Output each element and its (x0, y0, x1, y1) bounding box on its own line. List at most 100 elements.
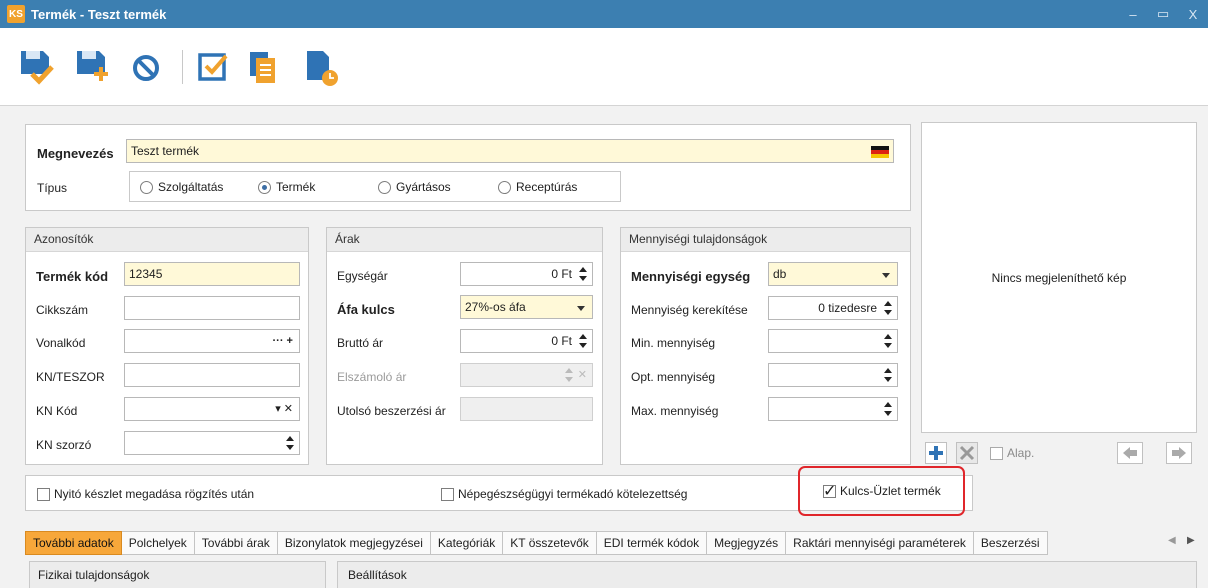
tabs-scroll-right-icon[interactable]: ▶ (1187, 535, 1195, 546)
settings-group: Beállítások (337, 561, 1197, 588)
kn-code-label: KN Kód (36, 404, 78, 418)
product-code-label: Termék kód (36, 269, 109, 284)
app-logo: KS (7, 5, 25, 23)
toolbar-separator (182, 50, 183, 84)
maximize-button[interactable]: ▭ (1148, 6, 1178, 22)
kn-teszor-field[interactable] (124, 363, 300, 387)
tab-shelf-locations[interactable]: Polchelyek (121, 531, 195, 555)
name-field[interactable]: Teszt termék (126, 139, 894, 163)
item-number-field[interactable] (124, 296, 300, 320)
image-add-button[interactable] (925, 442, 947, 464)
health-tax-checkbox[interactable]: Népegészségügyi termékadó kötelezettség (441, 487, 687, 501)
unit-select[interactable]: db (768, 262, 898, 286)
radio-circle (140, 180, 153, 194)
tab-additional-data[interactable]: További adatok (25, 531, 122, 555)
image-next-button[interactable] (1166, 442, 1192, 464)
copy-button[interactable] (245, 48, 281, 86)
kn-code-field[interactable]: ▾ ✕ (124, 397, 300, 421)
opt-quantity-label: Opt. mennyiség (631, 370, 716, 384)
barcode-add-icon[interactable]: ··· + (273, 330, 293, 352)
last-purchase-price-field (460, 397, 593, 421)
spin-icon[interactable] (578, 333, 588, 349)
window-title: Termék - Teszt termék (31, 6, 167, 22)
item-number-label: Cikkszám (36, 303, 89, 317)
copy-document-icon (250, 52, 275, 83)
unit-price-field[interactable]: 0 Ft (460, 262, 593, 286)
spin-icon[interactable] (883, 300, 893, 316)
cancel-button[interactable] (130, 48, 166, 86)
settlement-price-field: ✕ (460, 363, 593, 387)
minimize-button[interactable]: – (1118, 7, 1148, 22)
image-delete-button[interactable] (956, 442, 978, 464)
last-purchase-price-label: Utolsó beszerzési ár (337, 404, 446, 418)
tab-warehouse-params[interactable]: Raktári mennyiségi paraméterek (786, 531, 974, 555)
min-quantity-field[interactable] (768, 329, 898, 353)
tab-note[interactable]: Megjegyzés (707, 531, 787, 555)
history-button[interactable] (303, 48, 339, 86)
product-code-field[interactable]: 12345 (124, 262, 300, 286)
cancel-icon (133, 55, 159, 81)
unit-price-label: Egységár (337, 269, 388, 283)
no-image-text: Nincs megjeleníthető kép (991, 271, 1127, 285)
dropdown-arrow-icon[interactable] (577, 306, 585, 311)
general-panel: Megnevezés Teszt termék Típus Szolgáltat… (25, 124, 911, 211)
rounding-label: Mennyiség kerekítése (631, 303, 748, 317)
prices-title: Árak (327, 228, 602, 252)
vat-select[interactable]: 27%-os áfa (460, 295, 593, 319)
dropdown-arrow-icon[interactable] (882, 273, 890, 278)
barcode-label: Vonalkód (36, 336, 86, 350)
delete-icon (959, 445, 975, 461)
tab-purchase[interactable]: Beszerzési (973, 531, 1048, 555)
save-check-icon (21, 51, 54, 85)
type-service-radio[interactable]: Szolgáltatás (140, 180, 223, 194)
radio-circle (378, 180, 391, 194)
spin-icon[interactable] (578, 266, 588, 282)
arrow-right-icon (1172, 447, 1186, 459)
image-prev-button[interactable] (1117, 442, 1143, 464)
opt-quantity-field[interactable] (768, 363, 898, 387)
tab-edi-codes[interactable]: EDI termék kódok (596, 531, 708, 555)
quantity-panel: Mennyiségi tulajdonságok Mennyiségi egys… (620, 227, 911, 465)
spin-icon[interactable] (883, 333, 893, 349)
clear-icon: ✕ (577, 369, 587, 381)
identifiers-panel: Azonosítók Termék kód 12345 Cikkszám Von… (25, 227, 309, 465)
spin-icon[interactable] (883, 401, 893, 417)
gross-price-field[interactable]: 0 Ft (460, 329, 593, 353)
type-radio-group: Szolgáltatás Termék Gyártásos Receptúrás (129, 171, 621, 202)
type-manufacturing-radio[interactable]: Gyártásos (378, 180, 451, 194)
max-quantity-label: Max. mennyiség (631, 404, 719, 418)
tab-categories[interactable]: Kategóriák (430, 531, 504, 555)
type-label: Típus (37, 181, 68, 195)
tab-document-notes[interactable]: Bizonylatok megjegyzései (277, 531, 431, 555)
prices-panel: Árak Egységár 0 Ft Áfa kulcs 27%-os áfa … (326, 227, 603, 465)
check-button[interactable] (196, 48, 232, 86)
window-titlebar: KS Termék - Teszt termék – ▭ X (0, 0, 1208, 28)
type-recipe-radio[interactable]: Receptúrás (498, 180, 577, 194)
checkbox-box (990, 446, 1003, 460)
spin-icon[interactable] (883, 367, 893, 383)
kulcs-store-checkbox[interactable]: Kulcs-Üzlet termék (823, 481, 941, 501)
unit-label: Mennyiségi egység (631, 269, 751, 284)
kn-code-clear-icon[interactable]: ▾ ✕ (275, 398, 293, 420)
identifiers-title: Azonosítók (26, 228, 308, 252)
rounding-field[interactable]: 0 tizedesre (768, 296, 898, 320)
tab-kt-components[interactable]: KT összetevők (503, 531, 597, 555)
opening-stock-checkbox[interactable]: Nyitó készlet megadása rögzítés után (37, 487, 254, 501)
name-value: Teszt termék (131, 144, 200, 158)
save-button[interactable] (18, 48, 54, 86)
max-quantity-field[interactable] (768, 397, 898, 421)
document-clock-icon (307, 51, 338, 86)
save-new-button[interactable] (74, 48, 110, 86)
barcode-field[interactable]: ··· + (124, 329, 300, 353)
close-button[interactable]: X (1178, 7, 1208, 22)
tabs-scroll-left-icon[interactable]: ◀ (1168, 535, 1176, 546)
spin-icon[interactable] (285, 435, 295, 451)
tab-additional-prices[interactable]: További árak (194, 531, 278, 555)
quantity-title: Mennyiségi tulajdonságok (621, 228, 910, 252)
image-default-checkbox[interactable]: Alap. (990, 446, 1034, 460)
flag-de-icon (871, 146, 889, 158)
vat-label: Áfa kulcs (337, 302, 395, 317)
type-product-radio[interactable]: Termék (258, 180, 315, 194)
name-label: Megnevezés (37, 146, 114, 161)
kn-multiplier-field[interactable] (124, 431, 300, 455)
